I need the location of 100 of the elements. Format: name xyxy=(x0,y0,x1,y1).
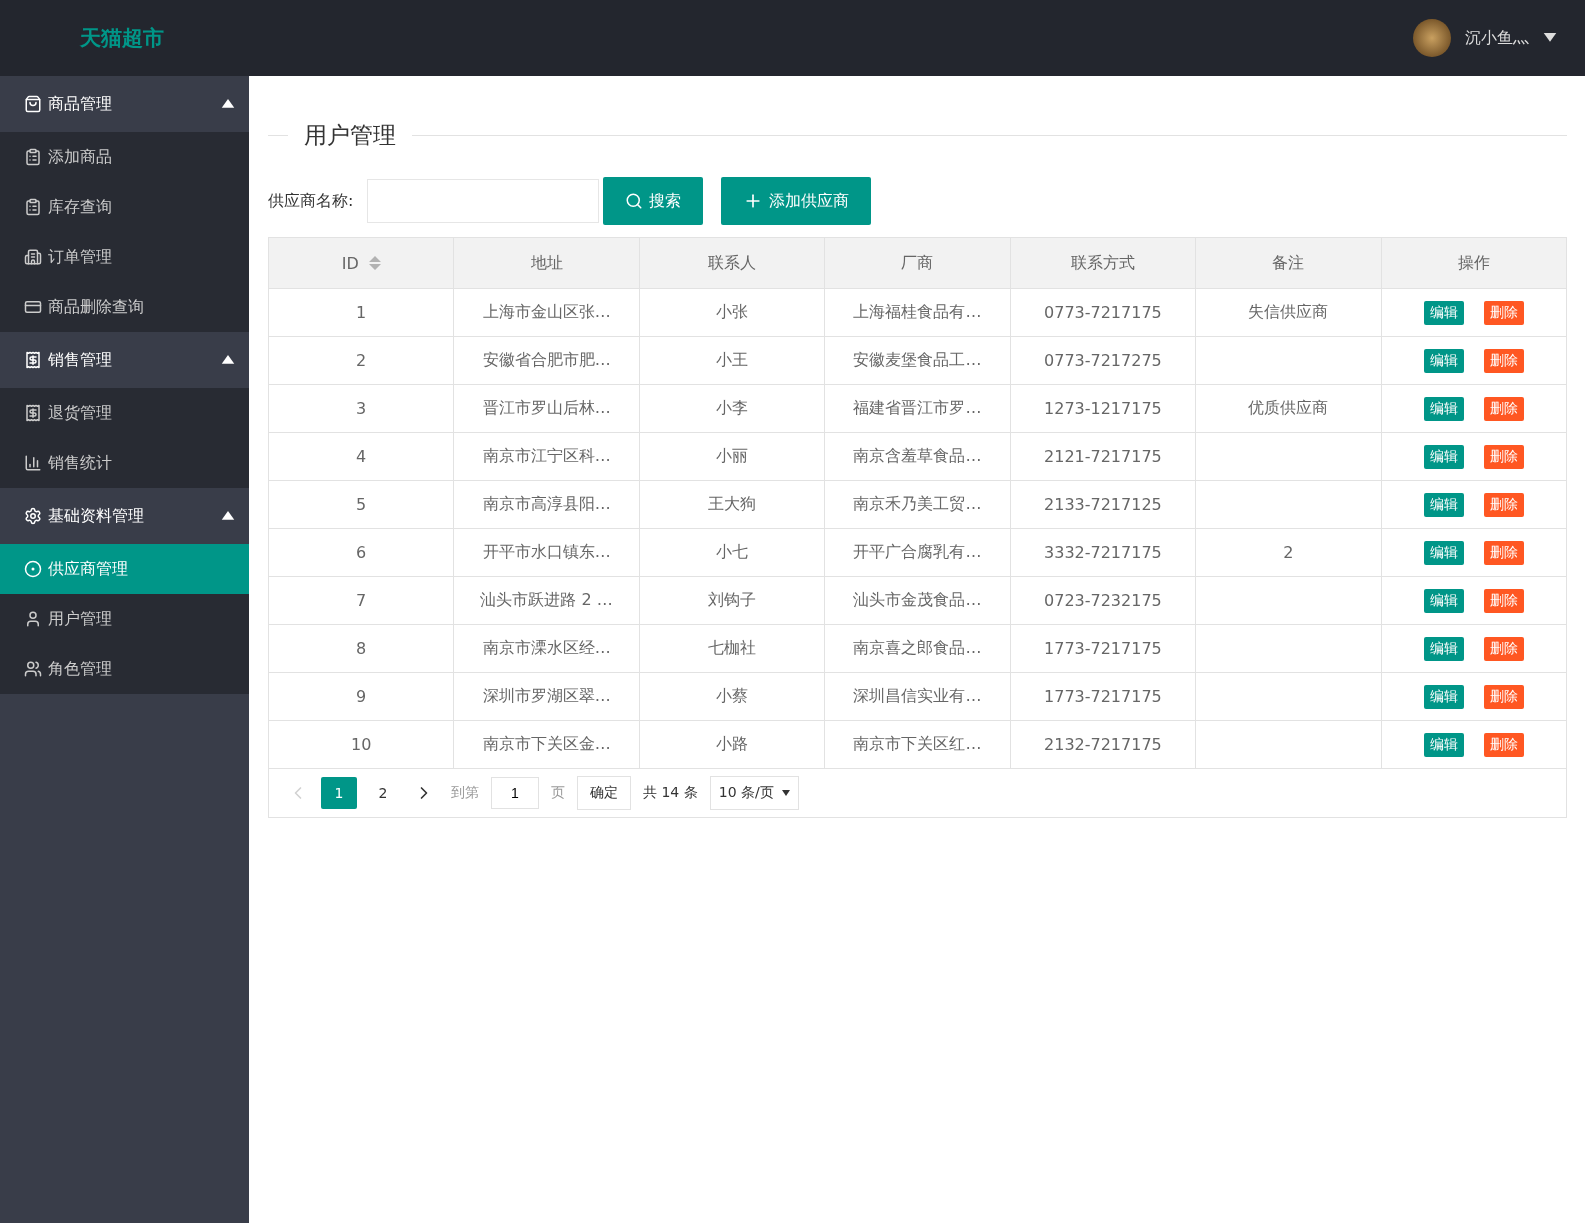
table-cell: 0723-7232175 xyxy=(1010,576,1196,625)
table-cell: 小丽 xyxy=(639,432,825,481)
table-cell: 上海市金山区张… xyxy=(453,288,640,337)
table-cell: 南京市下关区红… xyxy=(824,720,1011,769)
menu-item[interactable]: 库存查询 xyxy=(0,182,249,232)
column-header: 联系人 xyxy=(639,237,825,289)
menu-group-label: 基础资料管理 xyxy=(48,505,145,527)
menu-item[interactable]: 供应商管理 xyxy=(0,544,249,594)
table-cell: 开平市水口镇东… xyxy=(453,528,640,577)
table-cell: 1 xyxy=(268,288,454,337)
table-cell: 8 xyxy=(268,624,454,673)
table-cell: 安徽省合肥市肥… xyxy=(453,336,640,385)
table-cell: 汕头市金茂食品… xyxy=(824,576,1011,625)
table-cell: 1273-1217175 xyxy=(1010,384,1196,433)
table-cell: 上海福桂食品有… xyxy=(824,288,1011,337)
avatar xyxy=(1413,19,1451,57)
table-cell: 南京市高淳县阳… xyxy=(453,480,640,529)
table-cell: 南京含羞草食品… xyxy=(824,432,1011,481)
edit-button[interactable]: 编辑 xyxy=(1423,300,1464,325)
edit-button[interactable]: 编辑 xyxy=(1423,348,1464,373)
table-cell: 安徽麦堡食品工… xyxy=(824,336,1011,385)
receipt-icon xyxy=(24,404,42,422)
table-cell: 6 xyxy=(268,528,454,577)
column-header: 厂商 xyxy=(824,237,1011,289)
page-input[interactable]: 1 xyxy=(491,777,539,809)
edit-button[interactable]: 编辑 xyxy=(1423,732,1464,757)
goto-label: 到第 xyxy=(451,784,479,802)
page-title: 用户管理 xyxy=(304,121,396,150)
clipboard-icon xyxy=(24,148,42,166)
table-cell: 小蔡 xyxy=(639,672,825,721)
menu-item[interactable]: 订单管理 xyxy=(0,232,249,282)
table-cell: 小路 xyxy=(639,720,825,769)
menu-item[interactable]: 退货管理 xyxy=(0,388,249,438)
caret-icon[interactable] xyxy=(1543,33,1557,43)
page-size-select[interactable]: 10 条/页 xyxy=(709,776,799,810)
edit-button[interactable]: 编辑 xyxy=(1423,636,1464,661)
table-cell: 小李 xyxy=(639,384,825,433)
delete-button[interactable]: 删除 xyxy=(1483,684,1524,709)
edit-button[interactable]: 编辑 xyxy=(1423,540,1464,565)
delete-button[interactable]: 删除 xyxy=(1483,636,1524,661)
table-cell: 0773-7217275 xyxy=(1010,336,1196,385)
table-cell: 失信供应商 xyxy=(1195,288,1382,337)
column-header: 地址 xyxy=(453,237,640,289)
table-cell: 5 xyxy=(268,480,454,529)
menu-item[interactable]: 销售统计 xyxy=(0,438,249,488)
shopping-bag-icon xyxy=(24,95,42,113)
page-button[interactable]: 1 xyxy=(321,777,357,809)
clipboard-icon xyxy=(24,198,42,216)
delete-button[interactable]: 删除 xyxy=(1483,300,1524,325)
page-unit: 页 xyxy=(551,784,565,802)
logo: 天猫超市 xyxy=(80,25,164,52)
field-label: 供应商名称: xyxy=(268,190,354,212)
table-cell: 深圳昌信实业有… xyxy=(824,672,1011,721)
table-cell: 优质供应商 xyxy=(1195,384,1382,433)
delete-button[interactable]: 删除 xyxy=(1483,492,1524,517)
delete-button[interactable]: 删除 xyxy=(1483,444,1524,469)
user-name[interactable]: 沉小鱼灬 xyxy=(1465,27,1529,49)
table-cell: 2121-7217175 xyxy=(1010,432,1196,481)
delete-button[interactable]: 删除 xyxy=(1483,588,1524,613)
confirm-button[interactable]: 确定 xyxy=(577,776,631,810)
add-button[interactable]: 添加供应商 xyxy=(721,177,872,225)
table-cell: 4 xyxy=(268,432,454,481)
edit-button[interactable]: 编辑 xyxy=(1423,492,1464,517)
menu-item[interactable]: 商品删除查询 xyxy=(0,282,249,332)
table-cell: 10 xyxy=(268,720,454,769)
menu-item[interactable]: 添加商品 xyxy=(0,132,249,182)
edit-button[interactable]: 编辑 xyxy=(1423,396,1464,421)
delete-button[interactable]: 删除 xyxy=(1483,396,1524,421)
column-header: 操作 xyxy=(1381,237,1567,289)
edit-button[interactable]: 编辑 xyxy=(1423,444,1464,469)
page-button[interactable]: 2 xyxy=(365,777,401,809)
table-cell: 南京禾乃美工贸… xyxy=(824,480,1011,529)
table-cell: 2132-7217175 xyxy=(1010,720,1196,769)
delete-button[interactable]: 删除 xyxy=(1483,732,1524,757)
column-header: 联系方式 xyxy=(1010,237,1196,289)
menu-item[interactable]: 用户管理 xyxy=(0,594,249,644)
column-header: 备注 xyxy=(1195,237,1382,289)
bar-chart-icon xyxy=(24,454,42,472)
table-cell: 福建省晋江市罗… xyxy=(824,384,1011,433)
sort-icon[interactable] xyxy=(368,255,381,271)
menu-group-label: 销售管理 xyxy=(48,349,113,371)
table-cell: 南京市溧水区经… xyxy=(453,624,640,673)
delete-button[interactable]: 删除 xyxy=(1483,348,1524,373)
card-icon xyxy=(24,298,42,316)
table-cell: 王大狗 xyxy=(639,480,825,529)
input-field[interactable] xyxy=(367,179,600,223)
table-cell: 刘钩子 xyxy=(639,576,825,625)
circle-icon xyxy=(24,560,42,578)
search-button[interactable]: 搜索 xyxy=(603,177,704,225)
table-cell: 2 xyxy=(1195,528,1382,577)
caret-icon xyxy=(781,790,790,796)
menu-item[interactable]: 角色管理 xyxy=(0,644,249,694)
edit-button[interactable]: 编辑 xyxy=(1423,588,1464,613)
table-cell: 开平广合腐乳有… xyxy=(824,528,1011,577)
column-header[interactable]: ID xyxy=(268,237,454,289)
table-cell: 3332-7217175 xyxy=(1010,528,1196,577)
edit-button[interactable]: 编辑 xyxy=(1423,684,1464,709)
delete-button[interactable]: 删除 xyxy=(1483,540,1524,565)
building-icon xyxy=(24,248,42,266)
table-cell: 南京喜之郎食品… xyxy=(824,624,1011,673)
